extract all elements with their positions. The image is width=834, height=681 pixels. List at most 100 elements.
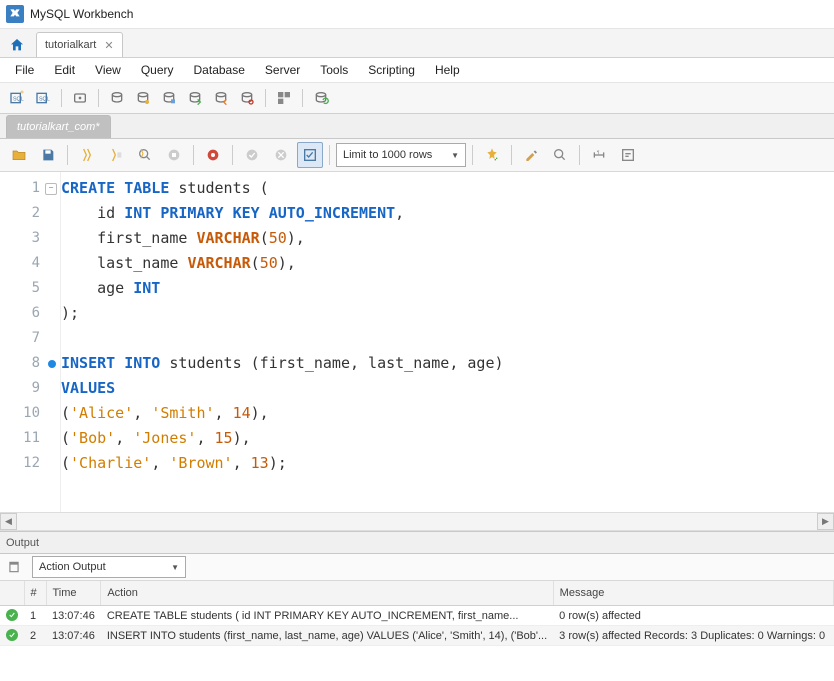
line-number: 11 <box>0 426 60 451</box>
output-row[interactable]: 113:07:46CREATE TABLE students ( id INT … <box>0 606 834 626</box>
schema-button[interactable] <box>106 87 128 109</box>
output-cell-time: 13:07:46 <box>46 626 101 646</box>
commit-button[interactable] <box>239 142 265 168</box>
output-toolbar: Action Output ▼ <box>0 554 834 581</box>
stop-button[interactable] <box>161 142 187 168</box>
output-col-action[interactable]: Action <box>101 581 553 606</box>
whitespace-button[interactable]: ¶ <box>586 142 612 168</box>
query-tab[interactable]: tutorialkart_com* <box>6 115 111 138</box>
editor-code-area[interactable]: CREATE TABLE students ( id INT PRIMARY K… <box>61 172 834 512</box>
code-line[interactable]: ); <box>61 301 834 326</box>
code-line[interactable]: first_name VARCHAR(50), <box>61 226 834 251</box>
menu-query[interactable]: Query <box>132 60 183 80</box>
status-ok-icon <box>6 609 18 621</box>
dashboard-button[interactable] <box>273 87 295 109</box>
line-number: 6 <box>0 301 60 326</box>
output-panel-label: Output <box>6 537 39 549</box>
connection-tab-close-icon[interactable]: ✕ <box>104 39 113 52</box>
output-table: # Time Action Message 113:07:46CREATE TA… <box>0 581 834 646</box>
code-line[interactable]: ('Bob', 'Jones', 15), <box>61 426 834 451</box>
inspector-button[interactable] <box>69 87 91 109</box>
menu-edit[interactable]: Edit <box>45 60 84 80</box>
toolbar-separator <box>329 145 330 165</box>
code-line[interactable]: id INT PRIMARY KEY AUTO_INCREMENT, <box>61 201 834 226</box>
toolbar-separator <box>265 89 266 107</box>
menu-file[interactable]: File <box>6 60 43 80</box>
output-row[interactable]: 213:07:46INSERT INTO students (first_nam… <box>0 626 834 646</box>
output-cell-time: 13:07:46 <box>46 606 101 626</box>
toolbar-separator <box>61 89 62 107</box>
output-col-time[interactable]: Time <box>46 581 101 606</box>
code-line[interactable]: CREATE TABLE students ( <box>61 176 834 201</box>
output-cell-n: 2 <box>24 626 46 646</box>
output-col-message[interactable]: Message <box>553 581 833 606</box>
sql-editor[interactable]: 1−23456789101112 CREATE TABLE students (… <box>0 172 834 512</box>
code-line[interactable]: ('Alice', 'Smith', 14), <box>61 401 834 426</box>
connection-tab[interactable]: tutorialkart ✕ <box>36 32 123 57</box>
editor-horizontal-scrollbar[interactable]: ◀ ▶ <box>0 512 834 531</box>
backup-button[interactable] <box>236 87 258 109</box>
output-cell-action: CREATE TABLE students ( id INT PRIMARY K… <box>101 606 553 626</box>
output-status-cell <box>0 606 24 626</box>
output-col-num[interactable]: # <box>24 581 46 606</box>
menu-tools[interactable]: Tools <box>311 60 357 80</box>
execute-current-button[interactable] <box>103 142 129 168</box>
brush-button[interactable] <box>518 142 544 168</box>
menu-scripting[interactable]: Scripting <box>359 60 424 80</box>
code-line[interactable]: last_name VARCHAR(50), <box>61 251 834 276</box>
window-titlebar: MySQL Workbench <box>0 0 834 29</box>
save-file-button[interactable] <box>35 142 61 168</box>
reconnect-button[interactable] <box>310 87 332 109</box>
main-toolbar: SQL SQL <box>0 83 834 114</box>
execute-button[interactable] <box>74 142 100 168</box>
connection-tab-label: tutorialkart <box>45 39 96 51</box>
code-line[interactable]: ('Charlie', 'Brown', 13); <box>61 451 834 476</box>
menu-help[interactable]: Help <box>426 60 469 80</box>
breakpoint-marker-icon[interactable] <box>48 360 56 368</box>
users-button[interactable] <box>132 87 154 109</box>
query-tab-row: tutorialkart_com* <box>0 114 834 139</box>
find-button[interactable] <box>547 142 573 168</box>
scroll-left-icon[interactable]: ◀ <box>0 513 17 530</box>
line-number: 9 <box>0 376 60 401</box>
app-icon <box>6 5 24 23</box>
toolbar-separator <box>579 145 580 165</box>
scroll-right-icon[interactable]: ▶ <box>817 513 834 530</box>
menu-view[interactable]: View <box>86 60 130 80</box>
query-toolbar: Limit to 1000 rows ▼ ¶ <box>0 139 834 172</box>
output-type-select[interactable]: Action Output ▼ <box>32 556 186 578</box>
open-file-button[interactable] <box>6 142 32 168</box>
autocommit-toggle[interactable] <box>297 142 323 168</box>
status-button[interactable] <box>158 87 180 109</box>
beautify-button[interactable] <box>479 142 505 168</box>
line-number: 2 <box>0 201 60 226</box>
export-button[interactable] <box>184 87 206 109</box>
line-number: 7 <box>0 326 60 351</box>
new-sql-tab-button[interactable]: SQL <box>6 87 28 109</box>
code-line[interactable] <box>61 326 834 351</box>
code-line[interactable]: age INT <box>61 276 834 301</box>
svg-text:¶: ¶ <box>597 150 600 155</box>
stop-on-error-button[interactable] <box>200 142 226 168</box>
svg-text:SQL: SQL <box>13 97 24 103</box>
toolbar-separator <box>193 145 194 165</box>
menu-database[interactable]: Database <box>185 60 254 80</box>
import-button[interactable] <box>210 87 232 109</box>
home-button[interactable] <box>4 33 30 57</box>
open-sql-file-button[interactable]: SQL <box>32 87 54 109</box>
output-col-status[interactable] <box>0 581 24 606</box>
explain-button[interactable] <box>132 142 158 168</box>
wrap-button[interactable] <box>615 142 641 168</box>
line-number: 4 <box>0 251 60 276</box>
output-cell-action: INSERT INTO students (first_name, last_n… <box>101 626 553 646</box>
line-number: 3 <box>0 226 60 251</box>
output-header-row: # Time Action Message <box>0 581 834 606</box>
menu-server[interactable]: Server <box>256 60 309 80</box>
code-line[interactable]: VALUES <box>61 376 834 401</box>
line-number: 8 <box>0 351 60 376</box>
row-limit-select[interactable]: Limit to 1000 rows ▼ <box>336 143 466 167</box>
rollback-button[interactable] <box>268 142 294 168</box>
fold-icon[interactable]: − <box>45 183 57 195</box>
code-line[interactable]: INSERT INTO students (first_name, last_n… <box>61 351 834 376</box>
output-clear-button[interactable] <box>4 557 24 577</box>
